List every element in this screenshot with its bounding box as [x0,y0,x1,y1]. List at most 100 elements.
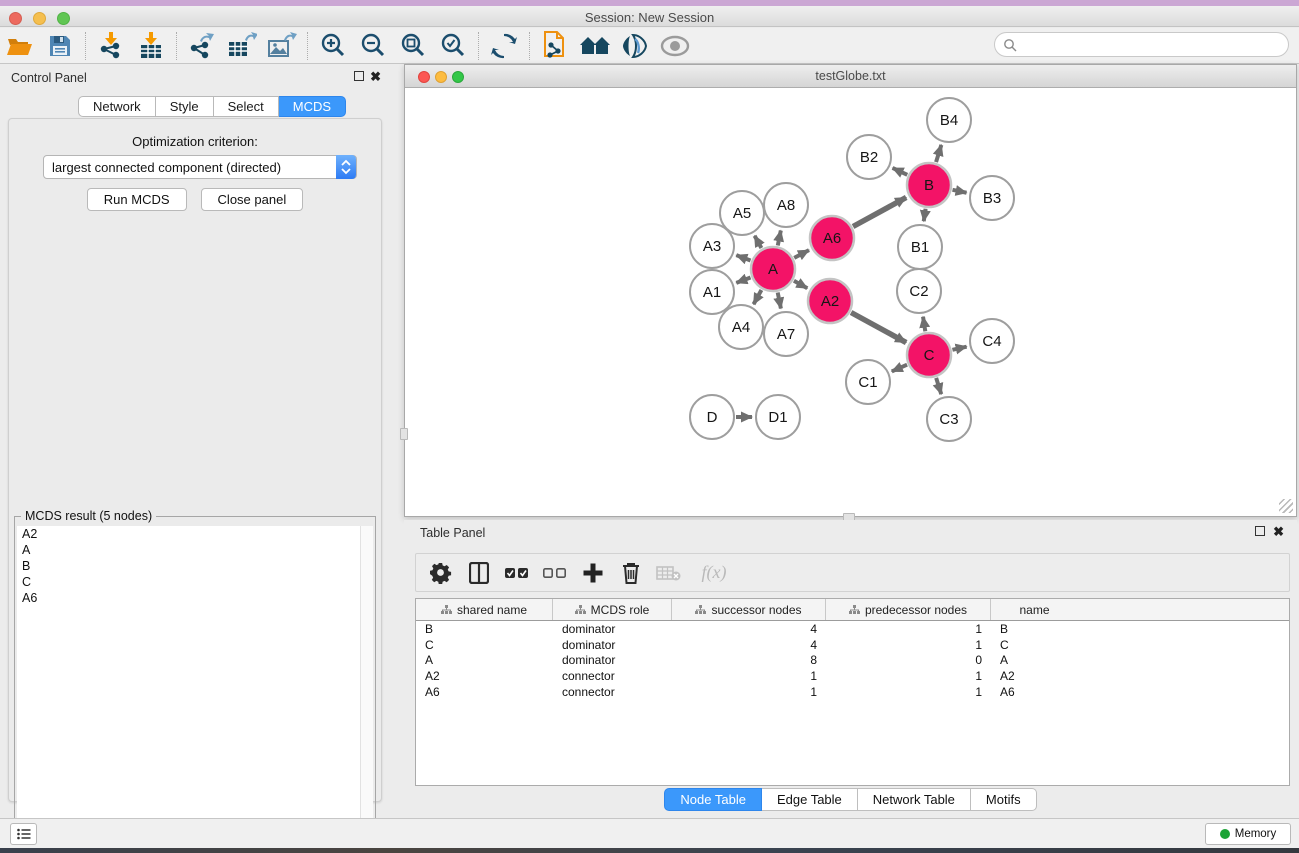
result-item[interactable]: A [17,542,373,558]
column-header-name[interactable]: name [991,599,1078,620]
table-row[interactable]: A6connector11A6 [416,684,1289,700]
table-cell[interactable]: A2 [416,669,553,683]
zoom-selected-icon[interactable] [433,30,473,62]
table-cell[interactable]: B [991,622,1078,636]
table-cell[interactable]: dominator [553,653,672,667]
edge-B-B4[interactable] [936,145,941,162]
edge-A-A4[interactable] [754,290,762,304]
table-row[interactable]: Cdominator41C [416,637,1289,653]
column-icon[interactable] [462,557,496,589]
tab-style[interactable]: Style [156,96,214,117]
edge-C-C3[interactable] [936,378,941,394]
edge-A-A5[interactable] [755,236,762,248]
export-table-icon[interactable] [222,30,262,62]
table-cell[interactable]: 1 [826,685,991,699]
close-panel-button[interactable]: Close panel [201,188,304,211]
edge-A6-B[interactable] [853,197,906,226]
edge-B-B1[interactable] [924,209,926,222]
column-header-shared-name[interactable]: shared name [416,599,553,620]
float-panel-icon[interactable] [354,71,364,81]
table-cell[interactable]: A [416,653,553,667]
show-hide-style-icon[interactable] [615,30,655,62]
table-cell[interactable]: A6 [991,685,1078,699]
tab-network[interactable]: Network [78,96,156,117]
table-cell[interactable]: connector [553,669,672,683]
show-hide-eye-icon[interactable] [655,30,695,62]
import-network-icon[interactable] [91,30,131,62]
table-row[interactable]: A2connector11A2 [416,668,1289,684]
result-item[interactable]: A6 [17,590,373,606]
export-network-icon[interactable] [182,30,222,62]
resize-grip-icon[interactable] [1279,499,1293,513]
edge-A-A8[interactable] [778,230,781,245]
edge-A-A6[interactable] [794,250,809,258]
column-header-predecessor-nodes[interactable]: predecessor nodes [826,599,991,620]
home-icon[interactable] [575,30,615,62]
add-column-icon[interactable] [576,557,610,589]
edge-C-C1[interactable] [892,365,907,372]
table-cell[interactable]: connector [553,685,672,699]
run-mcds-button[interactable]: Run MCDS [87,188,187,211]
tab-select[interactable]: Select [214,96,279,117]
zoom-in-icon[interactable] [313,30,353,62]
float-table-panel-icon[interactable] [1255,526,1265,536]
edge-B-B2[interactable] [893,168,908,175]
criterion-dropdown[interactable]: largest connected component (directed) [43,155,357,179]
edge-A-A1[interactable] [736,277,750,282]
table-cell[interactable]: A2 [991,669,1078,683]
table-cell[interactable]: 1 [672,685,826,699]
table-cell[interactable]: A6 [416,685,553,699]
table-row[interactable]: Bdominator41B [416,621,1289,637]
table-cell[interactable]: 1 [826,669,991,683]
table-cell[interactable]: B [416,622,553,636]
tab-mcds[interactable]: MCDS [279,96,346,117]
splitter-handle-vertical[interactable] [400,428,408,440]
memory-button[interactable]: Memory [1205,823,1291,845]
table-cell[interactable]: 4 [672,622,826,636]
table-cell[interactable]: 1 [826,622,991,636]
table-cell[interactable]: dominator [553,622,672,636]
new-network-icon[interactable] [535,30,575,62]
zoom-out-icon[interactable] [353,30,393,62]
result-item[interactable]: A2 [17,526,373,542]
edge-C-C2[interactable] [923,317,925,332]
close-panel-icon[interactable]: ✖ [370,71,381,82]
tab-node-table[interactable]: Node Table [664,788,762,811]
delete-icon[interactable] [614,557,648,589]
column-header-successor-nodes[interactable]: successor nodes [672,599,826,620]
zoom-fit-icon[interactable] [393,30,433,62]
search-input[interactable] [1017,35,1288,55]
task-history-button[interactable] [10,823,37,845]
edge-A-A3[interactable] [736,255,750,260]
table-cell[interactable]: dominator [553,638,672,652]
tab-motifs[interactable]: Motifs [971,788,1037,811]
column-header-MCDS-role[interactable]: MCDS role [553,599,672,620]
result-item[interactable]: B [17,558,373,574]
table-row[interactable]: Adominator80A [416,652,1289,668]
import-table-icon[interactable] [131,30,171,62]
tab-edge-table[interactable]: Edge Table [762,788,858,811]
edge-A-A7[interactable] [778,293,781,309]
table-cell[interactable]: 0 [826,653,991,667]
tab-network-table[interactable]: Network Table [858,788,971,811]
table-cell[interactable]: 4 [672,638,826,652]
table-cell[interactable]: C [416,638,553,652]
edge-A2-C[interactable] [851,312,906,342]
table-cell[interactable]: 8 [672,653,826,667]
close-table-panel-icon[interactable]: ✖ [1273,526,1284,537]
result-scrollbar[interactable] [360,526,373,853]
save-session-icon[interactable] [40,30,80,62]
edge-A-A2[interactable] [794,281,807,289]
refresh-icon[interactable] [484,30,524,62]
gear-icon[interactable] [424,557,458,589]
table-cell[interactable]: C [991,638,1078,652]
table-cell[interactable]: A [991,653,1078,667]
table-cell[interactable]: 1 [826,638,991,652]
edge-C-C4[interactable] [952,347,966,350]
open-session-icon[interactable] [0,30,40,62]
deselect-all-icon[interactable] [538,557,572,589]
table-cell[interactable]: 1 [672,669,826,683]
network-canvas[interactable]: B4B2BB3A8A5A6A3B1AC2A1A2A4A7C4CC1C3DD1 [406,88,1295,515]
select-all-icon[interactable] [500,557,534,589]
export-image-icon[interactable] [262,30,302,62]
